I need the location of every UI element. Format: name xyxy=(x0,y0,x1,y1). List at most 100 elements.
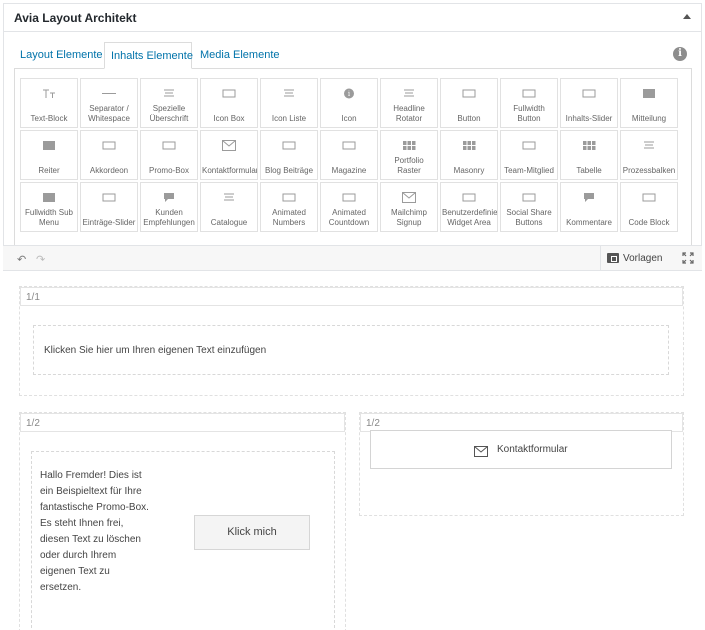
tab-inhalts-elemente[interactable]: Inhalts Elemente xyxy=(104,42,193,69)
element-catalogue[interactable]: Catalogue xyxy=(200,182,258,232)
element-label: Einträge-Slider xyxy=(82,218,136,227)
fullscreen-icon[interactable] xyxy=(682,252,694,264)
team-member-icon xyxy=(522,138,536,150)
element-label: Reiter xyxy=(38,166,60,175)
separator-icon xyxy=(102,86,116,97)
element-label: Icon Liste xyxy=(271,114,307,123)
masonry-icon xyxy=(462,138,476,150)
element-mailchimp-signup[interactable]: Mailchimp Signup xyxy=(380,182,438,232)
catalogue-icon xyxy=(222,190,236,201)
headline-rotator-icon xyxy=(402,86,416,97)
element-separator-whitespace[interactable]: Separator / Whitespace xyxy=(80,78,138,128)
element-promo-box[interactable]: Promo-Box xyxy=(140,130,198,180)
element-label: Text-Block xyxy=(30,114,68,123)
element-headline-rotator[interactable]: Headline Rotator xyxy=(380,78,438,128)
element-label: Separator / Whitespace xyxy=(88,104,130,123)
element-label: Kommentare xyxy=(566,218,612,227)
column-half-left[interactable]: 1/2 Hallo Fremder! Dies ist ein Beispiel… xyxy=(19,412,346,630)
templates-icon xyxy=(607,253,619,263)
element-label: Magazine xyxy=(331,166,367,175)
element-blog-beiträge[interactable]: Blog Beiträge xyxy=(260,130,318,180)
element-team-mitglied[interactable]: Team-Mitglied xyxy=(500,130,558,180)
testimonials-icon xyxy=(162,190,176,202)
tab-layout-elemente[interactable]: Layout Elemente xyxy=(14,42,104,69)
element-label: Social Share Buttons xyxy=(506,208,552,227)
magazine-icon xyxy=(342,138,356,150)
envelope-icon xyxy=(474,444,488,457)
element-icon[interactable]: i Icon xyxy=(320,78,378,128)
element-akkordeon[interactable]: Akkordeon xyxy=(80,130,138,180)
element-animated-countdown[interactable]: Animated Countdown xyxy=(320,182,378,232)
column-half-right[interactable]: 1/2 Kontaktformular xyxy=(359,412,684,516)
templates-button[interactable]: Vorlagen xyxy=(600,246,667,271)
element-mitteilung[interactable]: Mitteilung xyxy=(620,78,678,128)
column-width-label[interactable]: 1/2 xyxy=(20,413,345,432)
element-magazine[interactable]: Magazine xyxy=(320,130,378,180)
element-animated-numbers[interactable]: Animated Numbers xyxy=(260,182,318,232)
element-fullwidth-sub-menu[interactable]: Fullwidth Sub Menu xyxy=(20,182,78,232)
collapse-arrow-icon[interactable] xyxy=(683,14,691,19)
element-einträge-slider[interactable]: Einträge-Slider xyxy=(80,182,138,232)
redo-icon[interactable]: ↷ xyxy=(36,253,45,266)
element-spezielle-überschrift[interactable]: Spezielle Überschrift xyxy=(140,78,198,128)
promo-box-button[interactable]: Klick mich xyxy=(194,515,310,550)
panel-header[interactable]: Avia Layout Architekt xyxy=(4,4,701,32)
element-text-block[interactable]: Text-Block xyxy=(20,78,78,128)
elements-palette: Text-Block Separator / Whitespace Speziell… xyxy=(14,68,692,246)
element-reiter[interactable]: Reiter xyxy=(20,130,78,180)
tab-media-elemente[interactable]: Media Elemente xyxy=(194,42,280,69)
element-label: Button xyxy=(457,114,481,123)
promo-box-element[interactable]: Hallo Fremder! Dies ist ein Beispieltext… xyxy=(31,451,335,630)
element-prozessbalken[interactable]: Prozessbalken xyxy=(620,130,678,180)
builder-toolbar: ↶ ↷ Vorlagen xyxy=(3,245,702,271)
tabs-icon xyxy=(42,138,56,150)
element-kommentare[interactable]: Kommentare xyxy=(560,182,618,232)
content-slider-icon xyxy=(582,86,596,98)
undo-icon[interactable]: ↶ xyxy=(17,253,26,266)
element-label: Masonry xyxy=(453,166,485,175)
icon-list-icon xyxy=(282,86,296,97)
element-label: Promo-Box xyxy=(148,166,189,175)
element-label: Animated Numbers xyxy=(272,208,306,227)
element-label: Prozessbalken xyxy=(622,166,676,175)
element-label: Fullwidth Sub Menu xyxy=(24,208,74,227)
element-portfolio-raster[interactable]: Portfolio Raster xyxy=(380,130,438,180)
element-icon-box[interactable]: Icon Box xyxy=(200,78,258,128)
button-icon xyxy=(462,86,476,98)
element-fullwidth-button[interactable]: Fullwidth Button xyxy=(500,78,558,128)
element-label: Icon xyxy=(341,114,357,123)
notification-icon xyxy=(642,86,656,98)
comments-icon xyxy=(582,190,596,202)
element-label: Team-Mitglied xyxy=(504,166,554,175)
info-icon: i xyxy=(342,86,356,99)
element-button[interactable]: Button xyxy=(440,78,498,128)
promo-box-icon xyxy=(162,138,176,150)
entries-slider-icon xyxy=(102,190,116,202)
element-kontaktformular[interactable]: Kontaktformular xyxy=(200,130,258,180)
info-icon[interactable]: i xyxy=(673,47,687,61)
widget-area-icon xyxy=(462,190,476,202)
element-code-block[interactable]: Code Block xyxy=(620,182,678,232)
element-label: Fullwidth Button xyxy=(513,104,545,123)
column-full-width[interactable]: 1/1 Klicken Sie hier um Ihren eigenen Te… xyxy=(19,286,684,396)
countdown-icon xyxy=(342,190,356,202)
builder-canvas: 1/1 Klicken Sie hier um Ihren eigenen Te… xyxy=(3,271,702,630)
element-tabelle[interactable]: Tabelle xyxy=(560,130,618,180)
social-share-icon xyxy=(522,190,536,202)
element-masonry[interactable]: Masonry xyxy=(440,130,498,180)
contact-form-element[interactable]: Kontaktformular xyxy=(370,430,672,469)
element-label: Spezielle Überschrift xyxy=(149,104,189,123)
element-label: Catalogue xyxy=(210,218,248,227)
text-block-element[interactable]: Klicken Sie hier um Ihren eigenen Text e… xyxy=(33,325,669,375)
heading-icon xyxy=(162,86,176,97)
element-label: Mitteilung xyxy=(631,114,667,123)
element-social-share-buttons[interactable]: Social Share Buttons xyxy=(500,182,558,232)
element-label: Akkordeon xyxy=(89,166,129,175)
accordion-icon xyxy=(102,138,116,150)
column-width-label[interactable]: 1/1 xyxy=(20,287,683,306)
element-label: Kontaktformular xyxy=(202,166,257,175)
element-benutzerdefinierte-widget-area[interactable]: Benutzerdefinierte Widget Area xyxy=(440,182,498,232)
element-icon-liste[interactable]: Icon Liste xyxy=(260,78,318,128)
element-inhalts-slider[interactable]: Inhalts-Slider xyxy=(560,78,618,128)
element-kunden-empfehlungen[interactable]: Kunden Empfehlungen xyxy=(140,182,198,232)
